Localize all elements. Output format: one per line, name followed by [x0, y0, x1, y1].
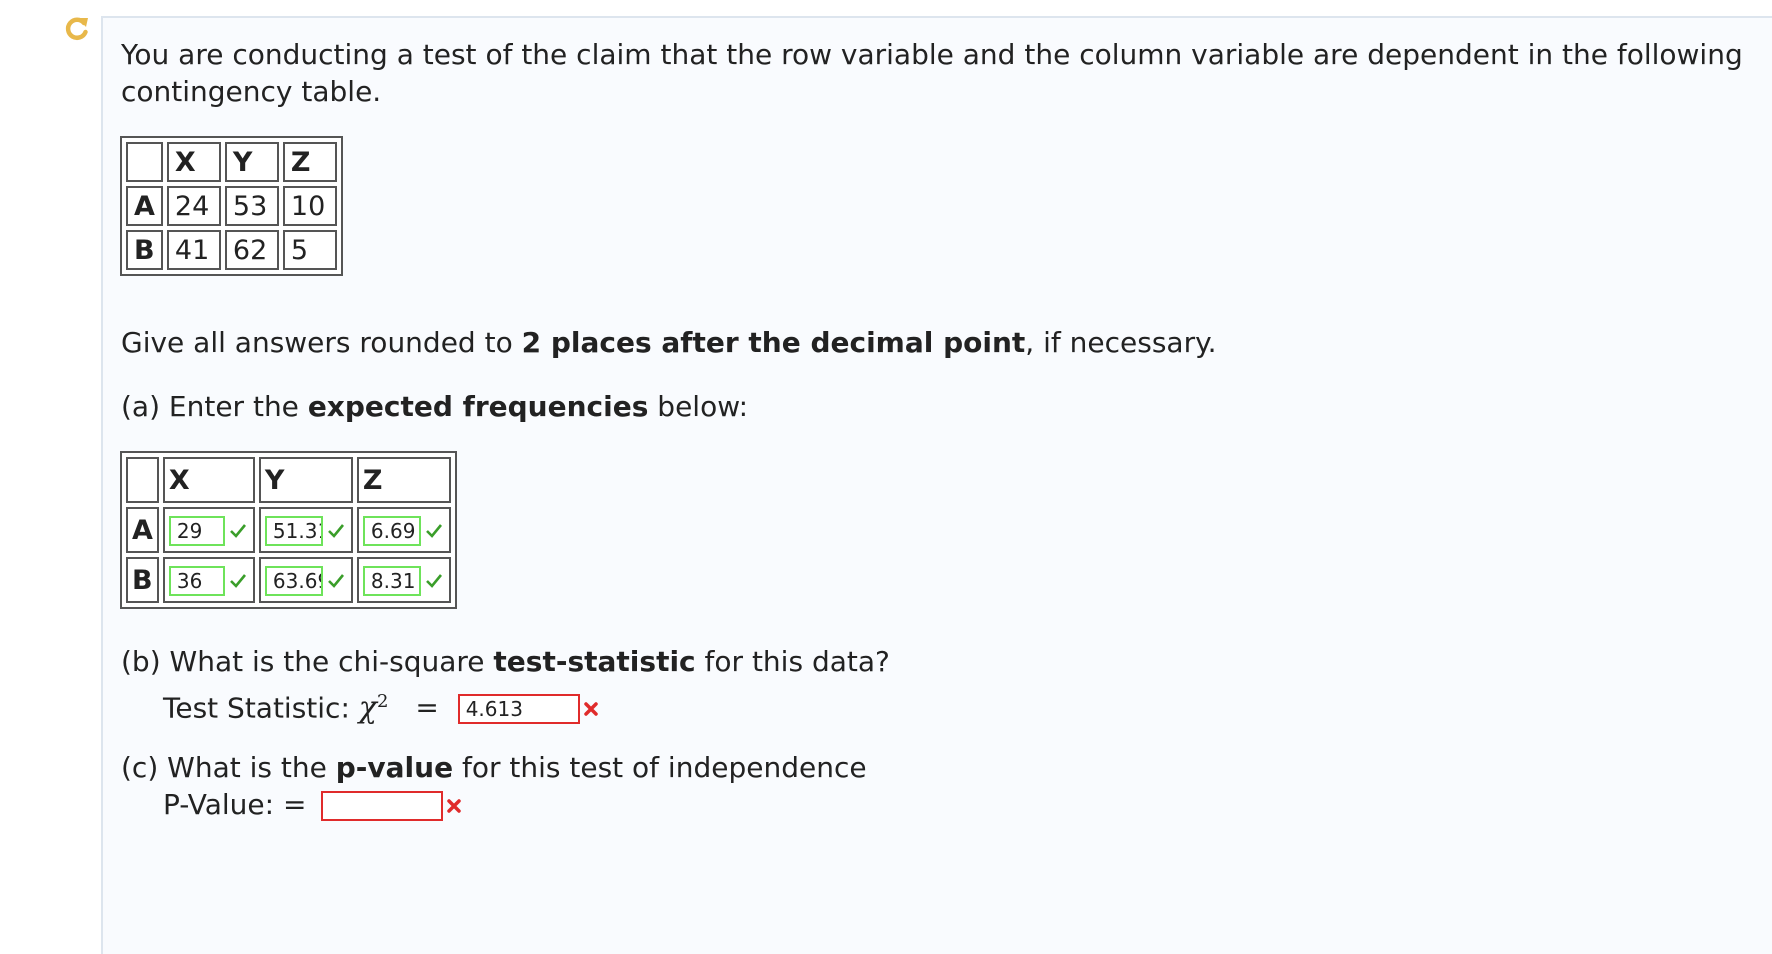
- retry-icon[interactable]: [62, 14, 92, 44]
- correct-check-icon: [327, 523, 344, 538]
- question-intro: You are conducting a test of the claim t…: [121, 38, 1743, 71]
- equals-sign: =: [415, 691, 439, 725]
- answer-cell: 29: [162, 507, 255, 553]
- p-value-row: P-Value: =: [163, 786, 462, 823]
- table-cell: 10: [282, 186, 337, 226]
- row-header-a: A: [126, 186, 163, 226]
- chi-superscript: 2: [376, 691, 389, 712]
- table-cell: 41: [166, 230, 221, 270]
- table-cell: 24: [166, 186, 221, 226]
- row-header-b: B: [126, 230, 163, 270]
- correct-check-icon: [327, 573, 344, 588]
- test-statistic-label: Test Statistic:: [163, 691, 359, 725]
- correct-check-icon: [229, 523, 246, 538]
- expected-a-y-input[interactable]: 51.31: [264, 515, 323, 546]
- part-c-prompt: (c) What is the p-value for this test of…: [121, 751, 867, 784]
- test-statistic-row: Test Statistic: χ2 = 4.613: [163, 683, 599, 726]
- part-b-prompt: (b) What is the chi-square test-statisti…: [121, 645, 890, 678]
- answer-cell: 36: [162, 557, 255, 603]
- answer-cell: 51.31: [258, 507, 353, 553]
- test-statistic-input[interactable]: 4.613: [457, 694, 580, 725]
- rounding-instruction: Give all answers rounded to 2 places aft…: [121, 326, 1217, 359]
- expected-a-z-input[interactable]: 6.69: [362, 515, 421, 546]
- expected-b-y-input[interactable]: 63.69: [264, 565, 323, 596]
- chi-symbol: χ: [358, 690, 377, 726]
- contingency-table: X Y Z A 24 53 10 B 41 62 5: [120, 136, 343, 276]
- correct-check-icon: [425, 523, 442, 538]
- column-header-x: X: [162, 457, 255, 503]
- incorrect-x-icon: [447, 799, 462, 813]
- p-value-label: P-Value: =: [163, 788, 307, 821]
- expected-a-x-input[interactable]: 29: [168, 515, 225, 546]
- table-cell: 5: [282, 230, 337, 270]
- column-header-y: Y: [224, 142, 279, 182]
- table-corner-cell: [126, 142, 163, 182]
- row-header-a: A: [126, 507, 159, 553]
- column-header-x: X: [166, 142, 221, 182]
- question-intro-line2: contingency table.: [121, 75, 382, 108]
- p-value-input[interactable]: [321, 791, 444, 821]
- correct-check-icon: [425, 573, 442, 588]
- expected-b-x-input[interactable]: 36: [168, 565, 225, 596]
- row-header-b: B: [126, 557, 159, 603]
- answer-cell: 63.69: [258, 557, 353, 603]
- table-cell: 53: [224, 186, 279, 226]
- answer-cell: 6.69: [356, 507, 451, 553]
- answer-cell: 8.31: [356, 557, 451, 603]
- column-header-z: Z: [282, 142, 337, 182]
- expected-frequencies-table: X Y Z A 29 51.31 6.69 B 36 63.69 8.31: [120, 451, 457, 609]
- table-cell: 62: [224, 230, 279, 270]
- table-corner-cell: [126, 457, 159, 503]
- incorrect-x-icon: [583, 702, 598, 717]
- correct-check-icon: [229, 573, 246, 588]
- expected-b-z-input[interactable]: 8.31: [362, 565, 421, 596]
- column-header-y: Y: [258, 457, 353, 503]
- column-header-z: Z: [356, 457, 451, 503]
- part-a-prompt: (a) Enter the expected frequencies below…: [121, 390, 749, 423]
